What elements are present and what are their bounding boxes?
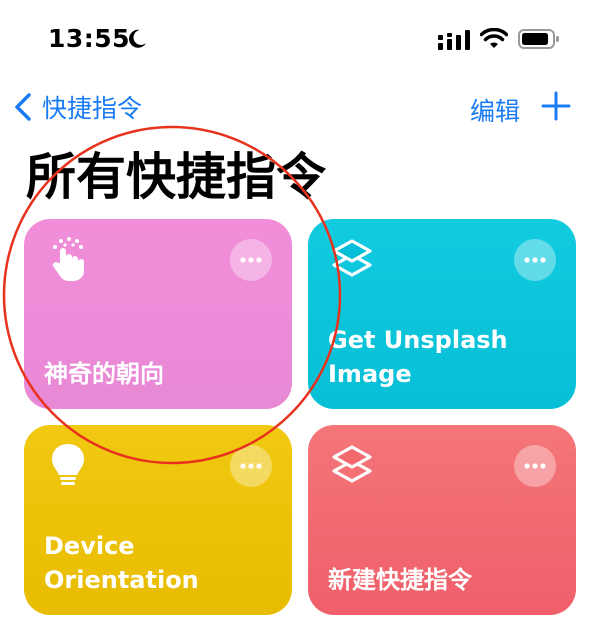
hand-tap-icon	[52, 237, 84, 281]
layers-icon	[332, 239, 372, 277]
back-button[interactable]: 快捷指令	[12, 90, 142, 124]
more-button[interactable]	[514, 445, 556, 487]
shortcut-title: Get Unsplash Image	[328, 323, 556, 391]
battery-icon	[518, 29, 559, 49]
ellipsis-icon	[240, 463, 262, 469]
more-button[interactable]	[514, 239, 556, 281]
chevron-left-icon	[15, 93, 31, 121]
ellipsis-icon	[240, 257, 262, 263]
shortcut-title-line: Get Unsplash	[328, 326, 508, 354]
shortcut-title: 新建快捷指令	[328, 566, 472, 594]
shortcut-card-magic-orientation[interactable]: 神奇的朝向	[24, 219, 292, 409]
shortcut-card-get-unsplash-image[interactable]: Get Unsplash Image	[308, 219, 576, 409]
shortcut-title-line: Image	[328, 360, 412, 388]
shortcut-card-new-shortcut[interactable]: 新建快捷指令	[308, 425, 576, 615]
lightbulb-icon	[52, 444, 84, 485]
status-time: 13:55	[48, 24, 131, 53]
moon-icon	[129, 29, 146, 48]
more-button[interactable]	[230, 239, 272, 281]
ellipsis-icon	[524, 257, 546, 263]
page-title: 所有快捷指令	[26, 148, 326, 206]
back-button-label: 快捷指令	[42, 94, 143, 123]
shortcut-title-line: Device	[44, 532, 135, 560]
add-icon[interactable]	[541, 91, 571, 121]
shortcut-title: 神奇的朝向	[44, 360, 164, 388]
shortcut-title: Device Orientation	[44, 529, 272, 597]
cellular-signal-icon	[438, 30, 470, 50]
wifi-icon	[480, 28, 508, 48]
shortcut-card-device-orientation[interactable]: Device Orientation	[24, 425, 292, 615]
edit-button[interactable]: 编辑	[470, 92, 520, 128]
ellipsis-icon	[524, 463, 546, 469]
more-button[interactable]	[230, 445, 272, 487]
layers-icon	[332, 445, 372, 483]
shortcut-title-line: Orientation	[44, 566, 199, 594]
